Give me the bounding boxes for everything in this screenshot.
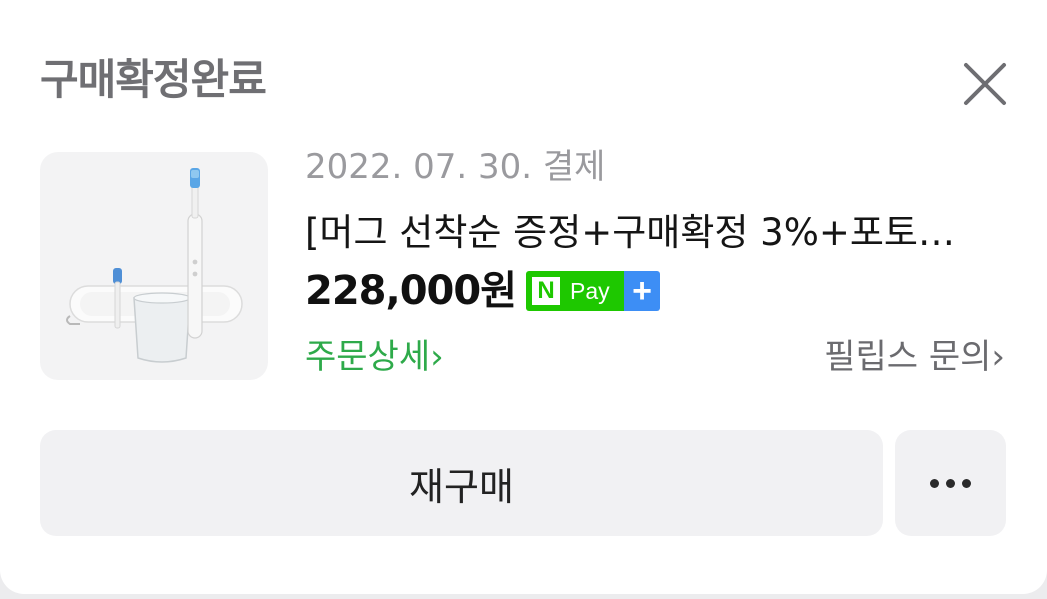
chevron-right-icon: › (991, 337, 1005, 377)
close-button[interactable] (958, 57, 1012, 111)
order-detail-label: 주문상세 (305, 337, 431, 377)
payment-date: 2022. 07. 30. 결제 (305, 147, 606, 187)
npay-plus-badge: N Pay + (526, 271, 660, 311)
chevron-right-icon: › (430, 337, 444, 377)
npay-n-letter: N (532, 277, 560, 305)
more-horizontal-icon (930, 478, 939, 488)
rebuy-label: 재구매 (409, 464, 514, 509)
rebuy-button[interactable]: 재구매 (40, 430, 883, 536)
more-options-button[interactable] (895, 430, 1006, 536)
more-horizontal-icon (946, 478, 955, 488)
plus-icon: + (624, 271, 660, 311)
order-card: 구매확정완료 2022. 07. 30. 결제 [머그 선착순 증정+구매확정 … (0, 0, 1047, 594)
order-detail-link[interactable]: 주문상세› (305, 334, 444, 380)
order-status-title: 구매확정완료 (40, 55, 267, 104)
product-price: 228,000원 (305, 268, 517, 314)
more-horizontal-icon (962, 478, 971, 488)
product-name-link[interactable]: [머그 선착순 증정+구매확정 3%+포토… (305, 208, 1005, 258)
seller-inquiry-label: 필립스 문의 (824, 337, 992, 377)
close-icon (964, 63, 1006, 105)
product-thumbnail[interactable] (40, 152, 268, 380)
electric-toothbrush-image (66, 168, 243, 363)
npay-pay-label: Pay (566, 271, 624, 311)
seller-inquiry-link[interactable]: 필립스 문의› (824, 334, 1005, 380)
npay-logo-icon: N (526, 271, 566, 311)
